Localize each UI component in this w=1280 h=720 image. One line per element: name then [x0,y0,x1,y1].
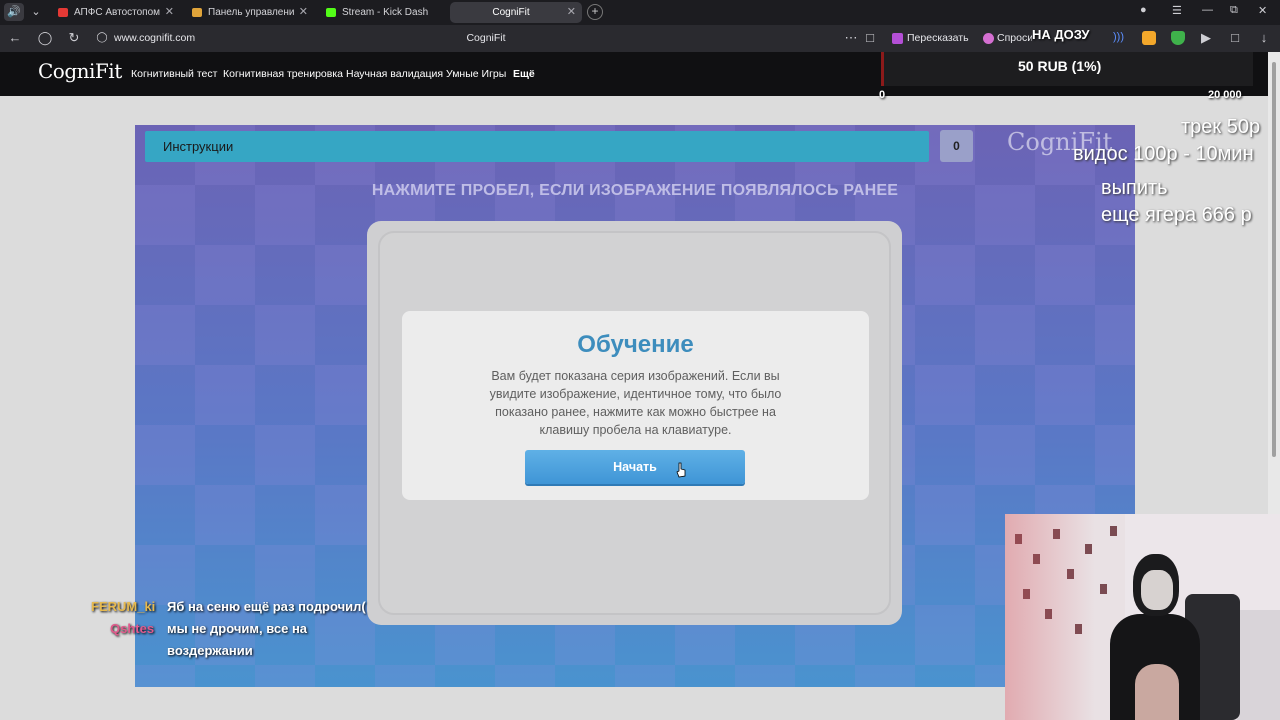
site-logo[interactable]: CogniFit [38,59,122,83]
youtube-icon [58,8,68,17]
media-icon[interactable]: ▶ [1198,30,1214,46]
chat-message: мы не дрочим, все на [167,621,308,636]
donation-progress-fill [881,52,884,86]
chair-right [1237,610,1280,720]
sound-icon[interactable]: 🔊 [4,3,24,21]
tab-title: Stream - Kick Dashboard [342,7,428,18]
wall-card [1100,584,1107,594]
modal-title: Обучение [577,331,694,358]
close-window-icon[interactable]: ✕ [1258,4,1267,17]
new-tab-button[interactable]: + [587,4,603,20]
chat-username: Qshtes [110,621,155,636]
wall-card [1110,526,1117,536]
retell-button[interactable]: Пересказать [889,30,979,47]
browser-tab-strip: 🔊 ⌄ АПФС Автостопом ✕ Панель управления … [0,0,1280,25]
back-icon[interactable]: ← [7,30,23,46]
start-button[interactable]: Начать [525,450,745,484]
reload-icon[interactable]: ↻ [66,30,82,46]
donation-min: 0 [879,89,886,101]
download-icon[interactable]: ↓ [1256,30,1272,46]
shield-icon[interactable]: ◯ [37,30,53,46]
nav-scientific-validation[interactable]: Научная валидация [346,68,443,80]
tab-title: CogniFit [492,7,530,18]
price-item: еще ягера 666 р [1101,204,1252,226]
extension-yellow-icon[interactable] [1142,31,1156,45]
chat-username: FERUM_ki [91,599,156,614]
webcam-light [1005,514,1095,720]
tutorial-modal: Обучение Вам будет показана серия изобра… [402,311,869,500]
profile-icon[interactable]: ● [1140,4,1147,16]
minimize-icon[interactable]: — [1202,4,1213,16]
webcam-feed [1005,514,1280,720]
menu-icon[interactable]: ☰ [1172,4,1182,17]
ask-button[interactable]: Спросить [980,30,1032,47]
sidebar-icon[interactable]: □ [1227,30,1243,46]
streamer-skin [1135,664,1179,720]
game-headline: НАЖМИТЕ ПРОБЕЛ, ЕСЛИ ИЗОБРАЖЕНИЕ ПОЯВЛЯЛ… [371,182,899,199]
price-item: трек 50р [1181,116,1261,138]
scrollbar-thumb[interactable] [1272,62,1276,457]
close-icon[interactable]: ✕ [165,2,174,23]
ask-label: Спросить [997,32,1032,44]
streamer-skull-mask [1141,570,1173,610]
wifi-extension-icon[interactable]: ))) [1113,31,1127,45]
shield-extension-icon[interactable] [1171,31,1185,45]
bookmark-icon[interactable]: □ [862,30,878,46]
donation-icon [192,8,202,17]
hand-cursor-icon [676,462,686,478]
tab-kick-dashboard[interactable]: Stream - Kick Dashboard [318,2,448,23]
instructions-bar[interactable]: Инструкции [145,131,929,162]
close-icon[interactable]: ✕ [299,2,308,23]
chevron-down-icon[interactable]: ⌄ [26,3,46,21]
page-title: CogniFit [466,32,506,44]
nav-cognitive-test[interactable]: Когнитивный тест [131,68,217,80]
more-icon[interactable]: ⋯ [843,30,859,46]
tab-cognifit[interactable]: CogniFit ✕ [450,2,582,23]
tab-apfs[interactable]: АПФС Автостопом ✕ [50,2,180,23]
kick-icon [326,8,336,17]
tab-donation-panel[interactable]: Панель управления - Don ✕ [184,2,314,23]
alice-icon [983,33,994,44]
price-item: видос 100р - 10мин [1073,143,1254,165]
instructions-label: Инструкции [163,139,234,154]
tab-title: АПФС Автостопом [74,7,160,18]
price-item: выпить [1101,177,1168,199]
modal-text: Вам будет показана серия изображений. Ес… [489,369,782,437]
donation-amount: 50 RUB (1%) [1018,58,1102,74]
donation-goal-title: НА ДОЗУ [1032,27,1090,42]
close-icon[interactable]: ✕ [567,2,576,23]
nav-smart-games[interactable]: Умные Игры [446,68,506,80]
restore-icon[interactable]: ⧉ [1230,4,1238,17]
retell-label: Пересказать [907,32,969,44]
nav-more[interactable]: Ещё [513,68,535,80]
lock-icon: ◯ [96,32,108,43]
tab-title: Панель управления - Don [208,7,294,18]
url-field[interactable]: www.cognifit.com [114,32,195,44]
chat-message: Яб на сеню ещё раз подрочил( [167,599,366,614]
nav-cognitive-training[interactable]: Когнитивная тренировка [223,68,343,80]
retell-icon [892,33,903,44]
chat-message: воздержании [167,643,253,658]
donation-max: 20 000 [1208,89,1242,101]
score-counter: 0 [940,130,973,162]
